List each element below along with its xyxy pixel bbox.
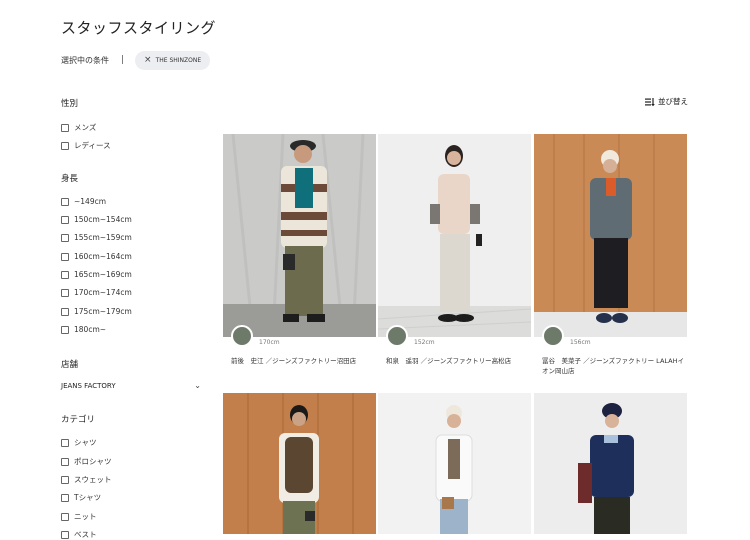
category-option[interactable]: Tシャツ	[61, 492, 101, 503]
category-option[interactable]: ニット	[61, 511, 97, 522]
gender-option-mens[interactable]: メンズ	[61, 122, 96, 133]
option-label: Tシャツ	[74, 493, 102, 502]
option-label: 160cm~164cm	[74, 252, 132, 261]
store-selected-value: JEANS FACTORY	[61, 381, 116, 390]
styling-photo[interactable]	[378, 393, 531, 534]
chevron-down-icon: ⌄	[194, 381, 201, 390]
option-label: 155cm~159cm	[74, 233, 132, 242]
height-option[interactable]: 170cm~174cm	[61, 288, 132, 297]
avatar[interactable]	[386, 325, 408, 347]
height-option[interactable]: 160cm~164cm	[61, 252, 132, 261]
option-label: ベスト	[74, 530, 97, 539]
option-label: ニット	[74, 512, 97, 521]
option-label: 175cm~179cm	[74, 307, 132, 316]
height-option[interactable]: 175cm~179cm	[61, 307, 132, 316]
store-select[interactable]: JEANS FACTORY ⌄	[61, 381, 201, 390]
checkbox[interactable]	[61, 215, 69, 224]
checkbox[interactable]	[61, 307, 69, 316]
page-title: スタッフスタイリング	[61, 19, 217, 37]
checkbox[interactable]	[61, 530, 69, 539]
store-section-title: 店舗	[61, 360, 79, 370]
category-option[interactable]: シャツ	[61, 437, 97, 448]
category-option[interactable]: ポロシャツ	[61, 456, 112, 467]
checkbox[interactable]	[61, 512, 69, 521]
styling-photo[interactable]	[378, 134, 531, 337]
avatar[interactable]	[542, 325, 564, 347]
option-label: 170cm~174cm	[74, 288, 132, 297]
checkbox[interactable]	[61, 288, 69, 297]
option-label: シャツ	[74, 438, 97, 447]
sort-label: 並び替え	[658, 97, 688, 106]
option-label: 150cm~154cm	[74, 215, 132, 224]
checkbox[interactable]	[61, 252, 69, 261]
option-label: ポロシャツ	[74, 457, 112, 466]
option-label: ~149cm	[74, 197, 107, 206]
option-label: メンズ	[74, 123, 97, 132]
checkbox[interactable]	[61, 270, 69, 279]
selected-filters: 選択中の条件 | × THE SHINZONE	[61, 50, 211, 70]
staff-height: 152cm	[414, 339, 435, 346]
checkbox[interactable]	[61, 325, 69, 334]
sort-button[interactable]: 並び替え	[645, 96, 688, 107]
staff-height: 156cm	[570, 339, 591, 346]
selected-filters-label: 選択中の条件	[61, 55, 109, 65]
separator: |	[121, 55, 125, 65]
styling-photo[interactable]	[534, 393, 687, 534]
filter-chip-shinzone[interactable]: × THE SHINZONE	[135, 50, 211, 70]
category-option[interactable]: ベスト	[61, 529, 97, 540]
height-option[interactable]: 155cm~159cm	[61, 233, 132, 242]
close-icon[interactable]: ×	[144, 55, 152, 65]
sort-icon	[645, 97, 655, 106]
option-label: 180cm~	[74, 325, 107, 334]
checkbox[interactable]	[61, 197, 69, 206]
checkbox[interactable]	[61, 141, 69, 150]
staff-name[interactable]: 冨谷 美菜子 ／ジーンズファクトリー LALAHイオン岡山店	[542, 356, 690, 376]
height-option[interactable]: 165cm~169cm	[61, 270, 132, 279]
styling-photo[interactable]	[223, 134, 376, 337]
option-label: スウェット	[74, 475, 112, 484]
height-section-title: 身長	[61, 174, 79, 184]
gender-section-title: 性別	[61, 99, 79, 109]
option-label: 165cm~169cm	[74, 270, 132, 279]
staff-name[interactable]: 和泉 遥羽 ／ジーンズファクトリー高松店	[386, 356, 534, 366]
styling-photo[interactable]	[534, 134, 687, 337]
styling-photo[interactable]	[223, 393, 376, 534]
checkbox[interactable]	[61, 438, 69, 447]
checkbox[interactable]	[61, 457, 69, 466]
height-option[interactable]: 150cm~154cm	[61, 215, 132, 224]
avatar[interactable]	[231, 325, 253, 347]
checkbox[interactable]	[61, 475, 69, 484]
checkbox[interactable]	[61, 123, 69, 132]
checkbox[interactable]	[61, 233, 69, 242]
category-option[interactable]: スウェット	[61, 474, 112, 485]
option-label: レディース	[74, 141, 111, 150]
height-option[interactable]: 180cm~	[61, 325, 106, 334]
checkbox[interactable]	[61, 493, 69, 502]
staff-name[interactable]: 前後 史江 ／ジーンズファクトリー沼田店	[231, 356, 379, 366]
category-section-title: カテゴリ	[61, 415, 96, 425]
gender-option-ladies[interactable]: レディース	[61, 140, 111, 151]
height-option[interactable]: ~149cm	[61, 197, 106, 206]
filter-chip-label: THE SHINZONE	[155, 56, 202, 64]
staff-height: 170cm	[259, 339, 280, 346]
